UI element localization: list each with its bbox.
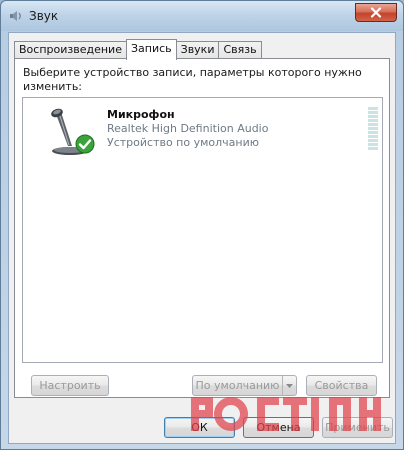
recording-device-list[interactable]: Микрофон Realtek High Definition Audio У…	[22, 97, 383, 363]
tab-strip: Воспроизведение Запись Звуки Связь	[14, 39, 262, 60]
input-level-meter	[368, 107, 378, 153]
apply-button[interactable]: Применить	[322, 417, 393, 438]
chevron-down-icon[interactable]	[282, 376, 296, 395]
device-name: Микрофон	[107, 108, 175, 121]
dialog-client-area: Воспроизведение Запись Звуки Связь Выбер…	[8, 32, 396, 444]
tab-recording[interactable]: Запись	[125, 39, 177, 60]
tab-playback[interactable]: Воспроизведение	[14, 41, 127, 59]
configure-button[interactable]: Настроить	[31, 375, 109, 396]
window-title: Звук	[29, 9, 59, 23]
set-default-button[interactable]: По умолчанию	[192, 375, 297, 396]
tab-communications[interactable]: Связь	[218, 41, 262, 59]
set-default-label: По умолчанию	[195, 379, 280, 392]
device-driver: Realtek High Definition Audio	[107, 122, 269, 135]
tab-sounds[interactable]: Звуки	[175, 41, 220, 59]
device-item-microphone[interactable]: Микрофон Realtek High Definition Audio У…	[25, 100, 380, 158]
device-status: Устройство по умолчанию	[107, 136, 260, 149]
cancel-button[interactable]: Отмена	[243, 417, 314, 438]
default-check-icon	[75, 134, 95, 154]
properties-button[interactable]: Свойства	[306, 375, 377, 396]
sound-dialog-window: Звук Воспроизведение Запись Звуки Связь …	[0, 0, 404, 450]
title-bar[interactable]: Звук	[1, 1, 403, 31]
ok-button[interactable]: ОК	[164, 417, 235, 438]
instruction-text: Выберите устройство записи, параметры ко…	[23, 66, 362, 93]
recording-tab-panel: Выберите устройство записи, параметры ко…	[14, 58, 390, 398]
close-button[interactable]	[355, 3, 397, 22]
speaker-icon	[10, 11, 21, 21]
close-icon	[370, 7, 382, 18]
